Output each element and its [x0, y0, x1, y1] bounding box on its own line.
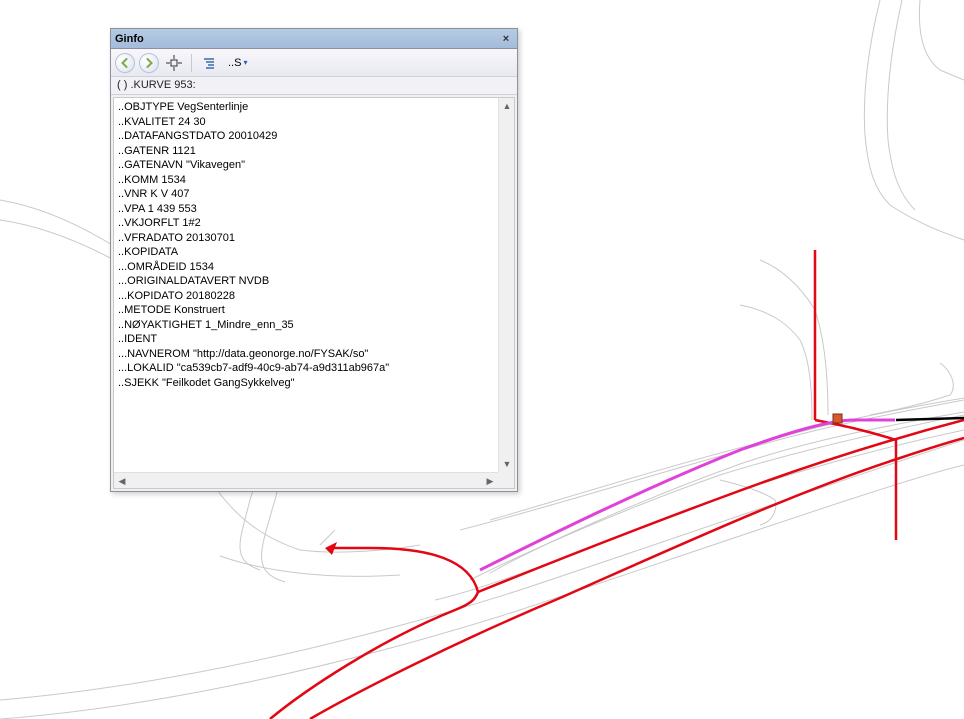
s-dropdown[interactable]: ..S ▾ [224, 53, 251, 73]
ginfo-status-bar: ( ) .KURVE 953: [111, 77, 517, 95]
target-button[interactable] [163, 52, 185, 74]
forward-arrow-icon [144, 58, 154, 68]
ginfo-body: ..OBJTYPE VegSenterlinje ..KVALITET 24 3… [113, 97, 515, 489]
scrollbar-horizontal[interactable]: ◀ ▶ [114, 472, 498, 488]
map-selected-segment [480, 420, 895, 570]
target-icon [166, 55, 182, 71]
window-title: Ginfo [115, 33, 144, 45]
ginfo-window: Ginfo × .. [110, 28, 518, 492]
ginfo-content[interactable]: ..OBJTYPE VegSenterlinje ..KVALITET 24 3… [114, 98, 498, 472]
back-arrow-icon [120, 58, 130, 68]
scroll-left-icon[interactable]: ◀ [114, 473, 130, 489]
scroll-corner [498, 472, 514, 488]
list-button[interactable] [198, 52, 220, 74]
ginfo-toolbar: ..S ▾ [111, 49, 517, 77]
ginfo-titlebar[interactable]: Ginfo × [111, 29, 517, 49]
scroll-up-icon[interactable]: ▲ [499, 98, 515, 114]
close-icon[interactable]: × [499, 32, 513, 46]
list-lines-icon [202, 56, 216, 70]
status-text: ( ) .KURVE 953: [117, 79, 196, 91]
map-node-marker[interactable] [833, 414, 842, 423]
toolbar-separator [191, 54, 192, 72]
back-button[interactable] [115, 53, 135, 73]
scroll-right-icon[interactable]: ▶ [482, 473, 498, 489]
forward-button[interactable] [139, 53, 159, 73]
map-black-line [896, 418, 964, 420]
scroll-down-icon[interactable]: ▼ [499, 456, 515, 472]
chevron-down-icon: ▾ [243, 58, 247, 67]
scrollbar-vertical[interactable]: ▲ ▼ [498, 98, 514, 472]
s-dropdown-label: ..S [228, 57, 241, 69]
